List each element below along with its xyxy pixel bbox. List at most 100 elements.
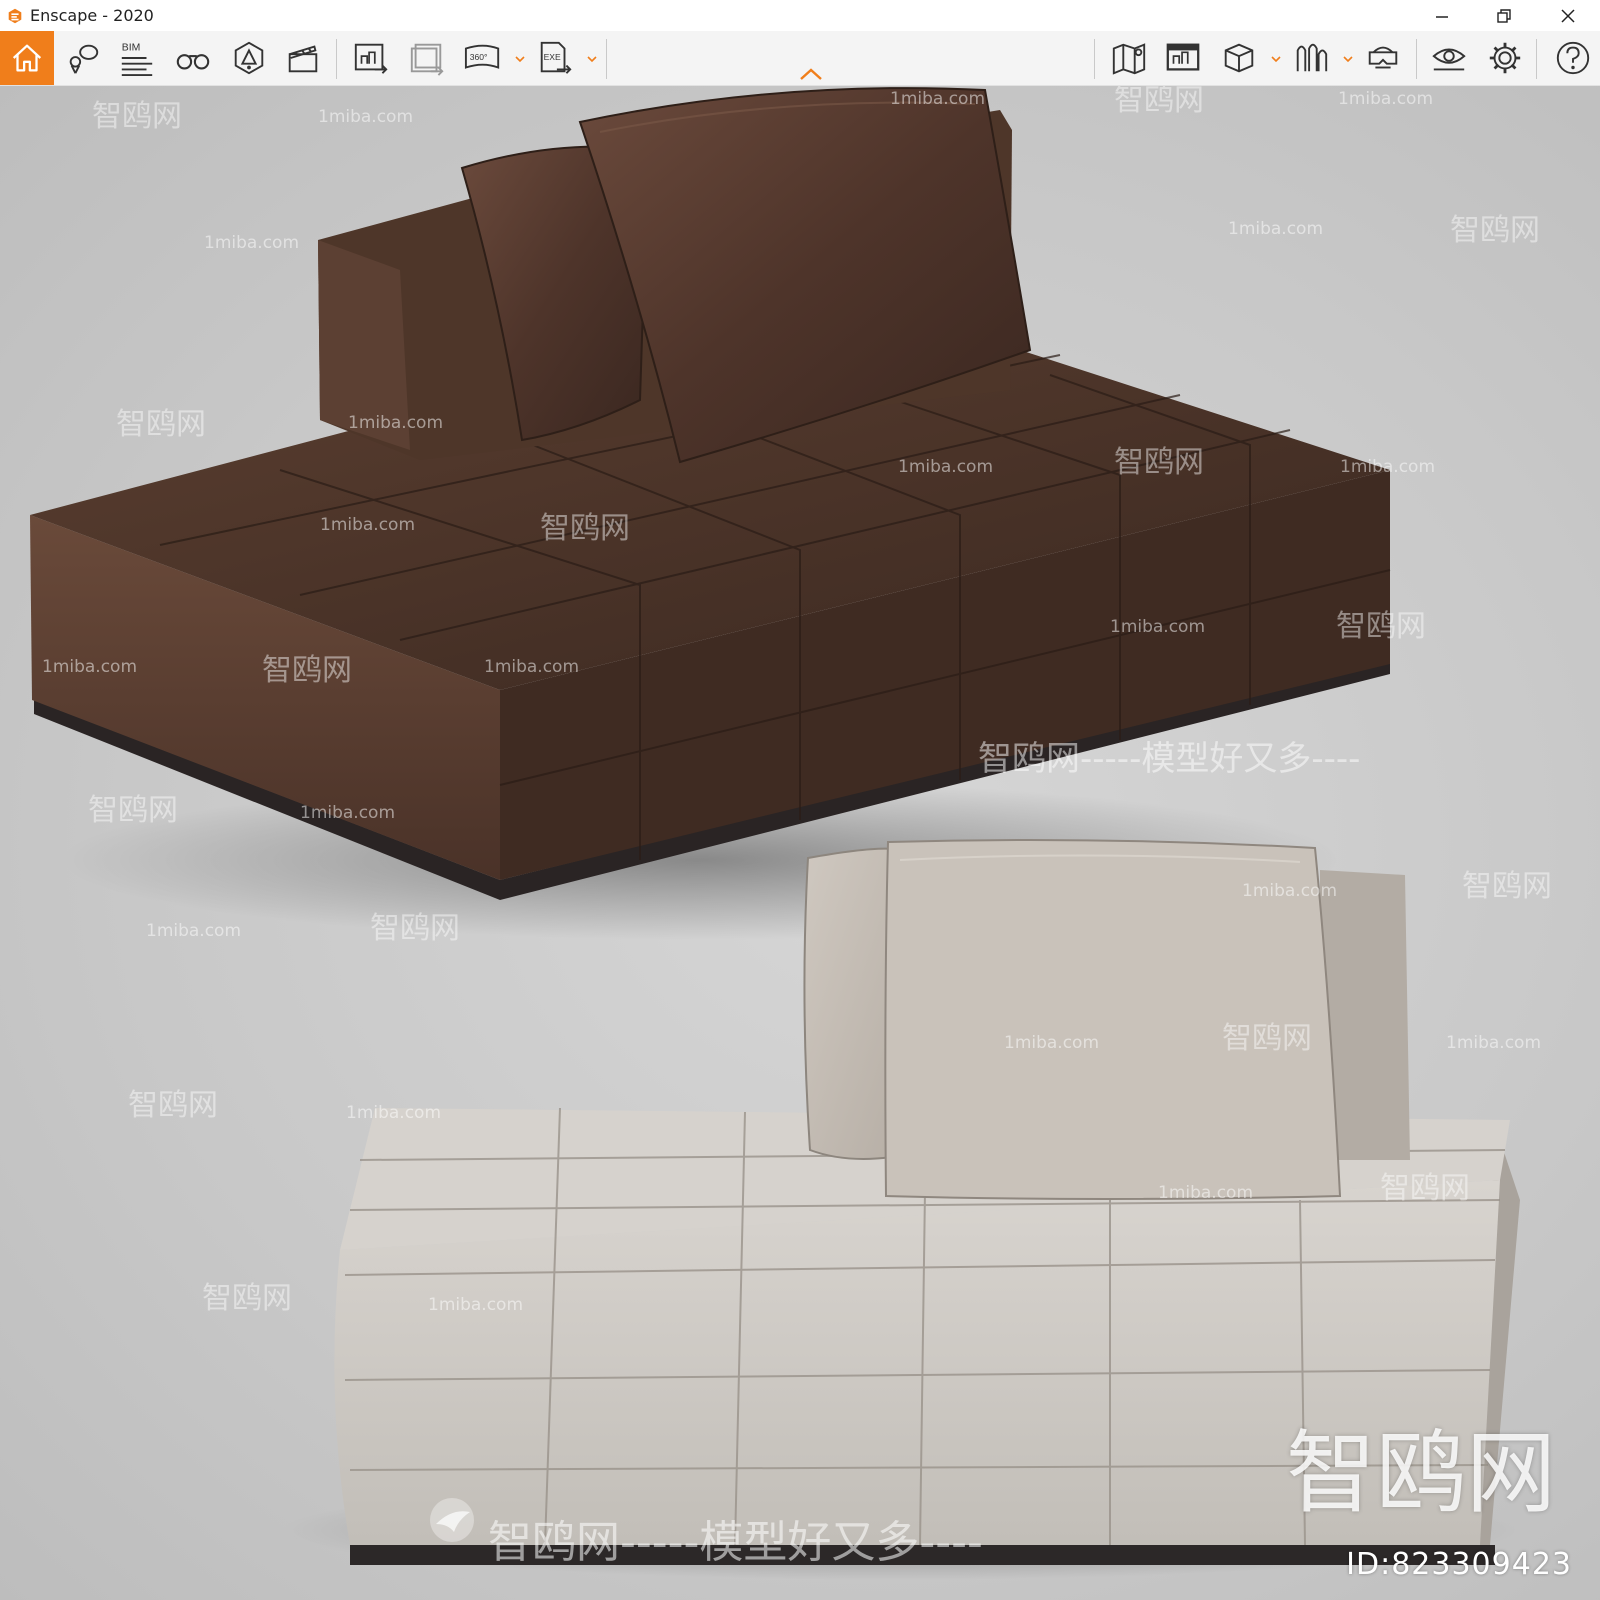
exe-label: EXE (544, 52, 561, 62)
visibility-icon (1432, 48, 1466, 71)
panorama-dropdown[interactable] (514, 53, 526, 65)
brand-bird-logo (430, 1498, 474, 1542)
watermark-brand: 智鸥网 (1462, 869, 1552, 904)
atmosphere-button[interactable] (226, 35, 272, 81)
brown-sofa (30, 87, 1391, 940)
watermark-brand: 智鸥网 (92, 99, 182, 134)
video-editor-button[interactable] (280, 35, 326, 81)
watermark-brand: 智鸥网 (128, 1088, 218, 1123)
batch-render-icon (410, 43, 444, 76)
vr-headset-icon (1368, 46, 1398, 69)
watermark-brand: 智鸥网 (116, 407, 206, 442)
watermark-site: 1miba.com (146, 921, 241, 941)
watermark-site: 1miba.com (1242, 881, 1337, 901)
watermark-site: 1miba.com (320, 515, 415, 535)
panorama-label: 360° (470, 52, 488, 62)
minimize-icon (1436, 15, 1448, 18)
image-id-label: ID:823309423 (1346, 1547, 1572, 1582)
watermark-site: 1miba.com (1004, 1033, 1099, 1053)
render-viewport[interactable]: 智鸥网 智鸥网 智鸥网 智鸥网 智鸥网 智鸥网 智鸥网 智鸥网 智鸥网 智鸥网 … (0, 86, 1600, 1600)
panorama-button[interactable]: 360° (460, 35, 506, 81)
watermark-site: 1miba.com (1110, 617, 1205, 637)
watermark-brand: 智鸥网 (370, 911, 460, 946)
watermark-site: 1miba.com (898, 457, 993, 477)
help-icon (1556, 41, 1590, 75)
watermark-brand: 智鸥网 (1380, 1171, 1470, 1206)
close-icon (1561, 8, 1575, 23)
watermark-brand: 智鸥网 (88, 793, 178, 828)
watermark-site: 1miba.com (1228, 219, 1323, 239)
minimize-button[interactable] (1412, 0, 1472, 31)
watermark-slogan-mid: 智鸥网-----模型好又多---- (978, 739, 1360, 779)
library-dropdown[interactable] (1342, 53, 1354, 65)
bim-label: BIM (122, 42, 141, 53)
chevron-down-icon (1343, 56, 1353, 63)
watermark-site: 1miba.com (346, 1103, 441, 1123)
watermark-site: 1miba.com (318, 107, 413, 127)
cube-dropdown[interactable] (1270, 53, 1282, 65)
watermark-site: 1miba.com (300, 803, 395, 823)
close-button[interactable] (1538, 0, 1598, 31)
watermark-site: 1miba.com (890, 89, 985, 109)
settings-button[interactable] (1482, 35, 1528, 81)
batch-render-button[interactable] (404, 35, 450, 81)
bim-icon: BIM (121, 42, 153, 77)
watermark-site: 1miba.com (1158, 1183, 1253, 1203)
watermark-site: 1miba.com (348, 413, 443, 433)
enscape-logo-icon (8, 8, 22, 23)
home-button[interactable] (0, 31, 54, 85)
asset-library-icon (1296, 43, 1328, 72)
watermark-site: 1miba.com (428, 1295, 523, 1315)
visibility-button[interactable] (1426, 35, 1472, 81)
exe-dropdown[interactable] (586, 53, 598, 65)
gear-icon (1489, 42, 1521, 74)
chevron-down-icon (1271, 56, 1281, 63)
render-image-button[interactable] (348, 35, 394, 81)
watermark-site: 1miba.com (204, 233, 299, 253)
binoculars-button[interactable] (170, 35, 216, 81)
watermark-site: 1miba.com (1340, 457, 1435, 477)
collapse-toolbar-chevron-icon[interactable] (799, 67, 823, 81)
toolbar: BIM 360° EXE (0, 31, 1600, 86)
map-pin-icon (69, 44, 99, 74)
window-title: Enscape - 2020 (30, 6, 154, 25)
watermark-slogan: 智鸥网-----模型好又多---- (488, 1517, 983, 1568)
chevron-down-icon (587, 56, 597, 63)
watermark-brand: 智鸥网 (1114, 445, 1204, 480)
big-watermark: 智鸥网 (1286, 1421, 1556, 1526)
chevron-down-icon (515, 56, 525, 63)
watermark-brand: 智鸥网 (1336, 609, 1426, 644)
watermark-brand: 智鸥网 (262, 653, 352, 688)
screenshot-button[interactable] (1160, 35, 1206, 81)
watermark-brand: 智鸥网 (540, 511, 630, 546)
title-bar: Enscape - 2020 (0, 0, 1600, 31)
clapper-icon (288, 45, 318, 73)
scene-render: 智鸥网 智鸥网 智鸥网 智鸥网 智鸥网 智鸥网 智鸥网 智鸥网 智鸥网 智鸥网 … (30, 86, 1552, 1580)
map-icon (1112, 43, 1146, 75)
watermark-site: 1miba.com (1338, 89, 1433, 109)
views-button[interactable] (60, 35, 106, 81)
asset-library-button[interactable] (1288, 35, 1334, 81)
home-icon (12, 44, 42, 72)
help-button[interactable] (1550, 35, 1596, 81)
render-image-icon (354, 43, 388, 74)
watermark-brand: 智鸥网 (1114, 86, 1204, 118)
watermark-site: 1miba.com (484, 657, 579, 677)
bim-button[interactable]: BIM (114, 35, 160, 81)
asset-cube-button[interactable] (1216, 35, 1262, 81)
screenshot-icon (1166, 43, 1200, 71)
panorama-icon: 360° (464, 44, 500, 69)
sun-icon (234, 41, 264, 75)
map-button[interactable] (1106, 35, 1152, 81)
restore-button[interactable] (1474, 0, 1534, 31)
binoculars-icon (176, 54, 210, 70)
vr-button[interactable] (1360, 35, 1406, 81)
exe-export-button[interactable]: EXE (532, 35, 578, 81)
watermark-site: 1miba.com (42, 657, 137, 677)
watermark-brand: 智鸥网 (1450, 213, 1540, 248)
watermark-site: 1miba.com (1446, 1033, 1541, 1053)
watermark-brand: 智鸥网 (202, 1281, 292, 1316)
cube-icon (1224, 43, 1254, 73)
restore-icon (1497, 8, 1511, 23)
exe-export-icon: EXE (540, 41, 572, 74)
